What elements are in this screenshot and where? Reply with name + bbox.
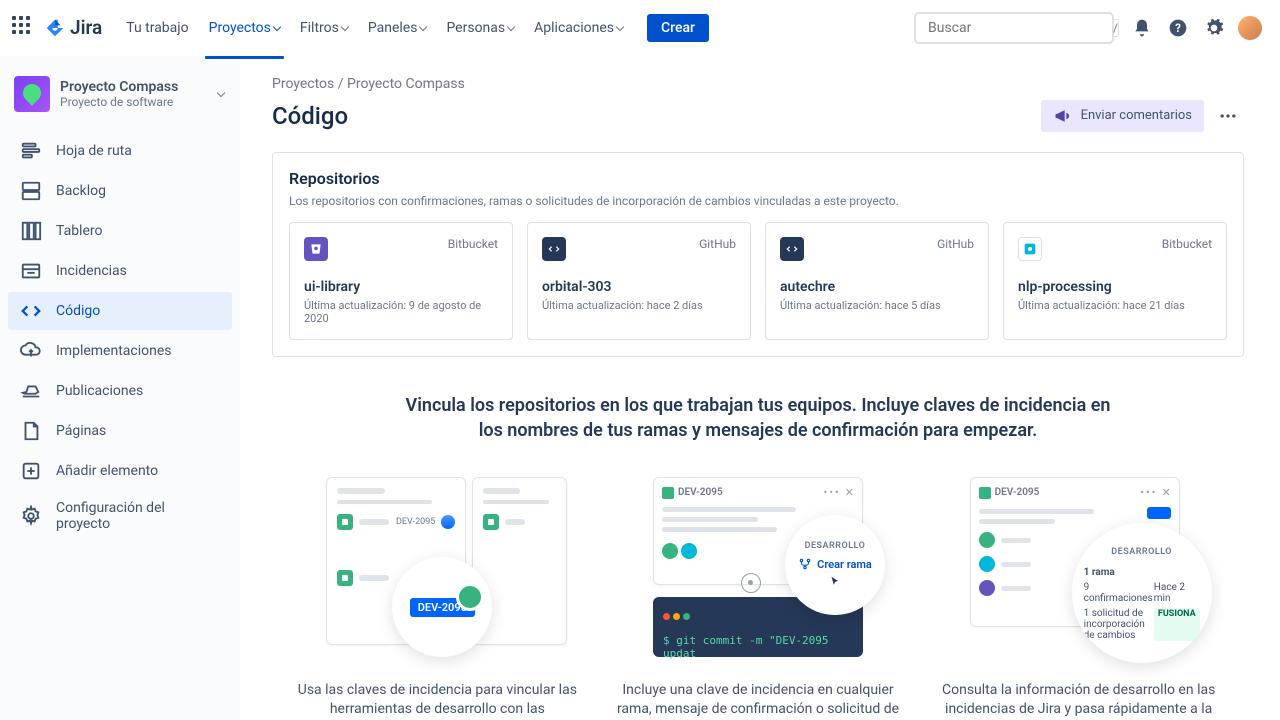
sidebar: Proyecto Compass Proyecto de software Ho… bbox=[0, 56, 240, 720]
github-icon bbox=[780, 237, 804, 261]
chevron-down-icon bbox=[341, 22, 349, 30]
feature-2: DEV-2095•••✕ $ git commit -m "DEV-2095 u… bbox=[613, 473, 904, 720]
releases-icon bbox=[20, 380, 42, 402]
repo-updated: Última actualización: 9 de agosto de 202… bbox=[304, 299, 498, 325]
chevron-down-icon bbox=[507, 22, 515, 30]
repo-card[interactable]: GitHub autechre Última actualización: ha… bbox=[765, 222, 989, 340]
chevron-down-icon bbox=[273, 22, 281, 30]
repo-source: GitHub bbox=[699, 237, 736, 251]
add-icon bbox=[20, 460, 42, 482]
search-input[interactable] bbox=[928, 20, 1106, 36]
repo-card[interactable]: Bitbucket nlp-processing Última actualiz… bbox=[1003, 222, 1227, 340]
features: DEV-2095 DEV-2095 Usa las claves de inci… bbox=[272, 473, 1244, 720]
issues-icon bbox=[20, 260, 42, 282]
sidebar-item-backlog[interactable]: Backlog bbox=[8, 172, 232, 210]
more-button[interactable] bbox=[1212, 100, 1244, 132]
megaphone-icon bbox=[1053, 106, 1073, 126]
main-content: Proyectos / Proyecto Compass Código Envi… bbox=[240, 56, 1280, 720]
nav-proyectos[interactable]: Proyectos bbox=[201, 14, 288, 42]
feedback-label: Enviar comentarios bbox=[1081, 108, 1192, 124]
code-icon bbox=[20, 300, 42, 322]
sidebar-item-issues[interactable]: Incidencias bbox=[8, 252, 232, 290]
feature-1-illustration: DEV-2095 DEV-2095 bbox=[322, 473, 552, 663]
repo-name: nlp-processing bbox=[1018, 279, 1212, 295]
repo-card[interactable]: GitHub orbital-303 Última actualización:… bbox=[527, 222, 751, 340]
feature-2-desc: Incluye una clave de incidencia en cualq… bbox=[613, 681, 904, 720]
feature-1: DEV-2095 DEV-2095 Usa las claves de inci… bbox=[292, 473, 583, 720]
help-icon[interactable]: ? bbox=[1166, 16, 1190, 40]
gear-icon bbox=[20, 505, 42, 527]
create-button[interactable]: Crear bbox=[647, 14, 709, 42]
avatar[interactable] bbox=[1238, 16, 1262, 40]
project-name: Proyecto Compass bbox=[60, 79, 178, 95]
nav-aplicaciones[interactable]: Aplicaciones bbox=[526, 14, 631, 42]
notifications-icon[interactable] bbox=[1130, 16, 1154, 40]
repo-source: Bitbucket bbox=[448, 237, 498, 251]
sidebar-item-pages[interactable]: Páginas bbox=[8, 412, 232, 450]
nav-items: Tu trabajo Proyectos Filtros Paneles Per… bbox=[118, 14, 709, 42]
github-icon bbox=[542, 237, 566, 261]
repo-updated: Última actualización: hace 2 días bbox=[542, 299, 736, 312]
repo-updated: Última actualización: hace 21 días bbox=[1018, 299, 1212, 312]
settings-icon[interactable] bbox=[1202, 16, 1226, 40]
hero-text: Vincula los repositorios en los que trab… bbox=[398, 393, 1118, 443]
feature-3-illustration: DEV-2095•••✕ DESARROLLO 1 rama 9 confirm… bbox=[964, 473, 1194, 663]
bitbucket-icon bbox=[304, 237, 328, 261]
cursor-icon bbox=[828, 575, 842, 589]
chevron-down-icon bbox=[616, 22, 624, 30]
board-icon bbox=[20, 220, 42, 242]
repo-name: ui-library bbox=[304, 279, 498, 295]
repos-panel: Repositorios Los repositorios con confir… bbox=[272, 152, 1244, 357]
sidebar-item-board[interactable]: Tablero bbox=[8, 212, 232, 250]
feedback-button[interactable]: Enviar comentarios bbox=[1041, 100, 1204, 132]
chevron-down-icon bbox=[419, 22, 427, 30]
sidebar-item-add[interactable]: Añadir elemento bbox=[8, 452, 232, 490]
bitbucket-icon bbox=[1018, 237, 1042, 261]
branch-icon bbox=[798, 557, 812, 571]
jira-icon bbox=[44, 17, 66, 39]
repo-name: autechre bbox=[780, 279, 974, 295]
chevron-down-icon bbox=[217, 89, 225, 97]
sidebar-item-deployments[interactable]: Implementaciones bbox=[8, 332, 232, 370]
breadcrumb-proyectos[interactable]: Proyectos bbox=[272, 76, 334, 92]
breadcrumb-project[interactable]: Proyecto Compass bbox=[347, 76, 465, 92]
repo-source: Bitbucket bbox=[1162, 237, 1212, 251]
search-hint: / bbox=[1112, 19, 1119, 37]
project-icon bbox=[14, 76, 50, 112]
breadcrumb: Proyectos / Proyecto Compass bbox=[272, 76, 1244, 92]
backlog-icon bbox=[20, 180, 42, 202]
repos-subtitle: Los repositorios con confirmaciones, ram… bbox=[289, 194, 1227, 208]
project-type: Proyecto de software bbox=[60, 95, 178, 109]
deployments-icon bbox=[20, 340, 42, 362]
jira-logo-text: Jira bbox=[70, 16, 102, 39]
feature-3: DEV-2095•••✕ DESARROLLO 1 rama 9 confirm… bbox=[933, 473, 1224, 720]
repos-heading: Repositorios bbox=[289, 169, 1227, 188]
repo-updated: Última actualización: hace 5 días bbox=[780, 299, 974, 312]
sidebar-item-code[interactable]: Código bbox=[8, 292, 232, 330]
repo-source: GitHub bbox=[937, 237, 974, 251]
top-nav: Jira Tu trabajo Proyectos Filtros Panele… bbox=[0, 0, 1280, 56]
jira-logo[interactable]: Jira bbox=[44, 16, 102, 39]
feature-1-desc: Usa las claves de incidencia para vincul… bbox=[292, 681, 583, 720]
repo-name: orbital-303 bbox=[542, 279, 736, 295]
feature-3-desc: Consulta la información de desarrollo en… bbox=[933, 681, 1224, 720]
repo-card[interactable]: Bitbucket ui-library Última actualizació… bbox=[289, 222, 513, 340]
more-icon bbox=[1218, 106, 1238, 126]
apps-icon[interactable] bbox=[12, 16, 36, 40]
nav-personas[interactable]: Personas bbox=[438, 14, 522, 42]
sidebar-item-roadmap[interactable]: Hoja de ruta bbox=[8, 132, 232, 170]
project-header[interactable]: Proyecto Compass Proyecto de software bbox=[8, 76, 232, 132]
sidebar-item-releases[interactable]: Publicaciones bbox=[8, 372, 232, 410]
sidebar-item-settings[interactable]: Configuración del proyecto bbox=[8, 492, 232, 540]
pages-icon bbox=[20, 420, 42, 442]
nav-filtros[interactable]: Filtros bbox=[292, 14, 356, 42]
svg-text:?: ? bbox=[1175, 21, 1181, 35]
nav-tu-trabajo[interactable]: Tu trabajo bbox=[118, 14, 196, 42]
nav-paneles[interactable]: Paneles bbox=[360, 14, 435, 42]
feature-2-illustration: DEV-2095•••✕ $ git commit -m "DEV-2095 u… bbox=[643, 473, 873, 663]
search-box[interactable]: / bbox=[914, 12, 1114, 44]
page-title: Código bbox=[272, 102, 1041, 130]
roadmap-icon bbox=[20, 140, 42, 162]
